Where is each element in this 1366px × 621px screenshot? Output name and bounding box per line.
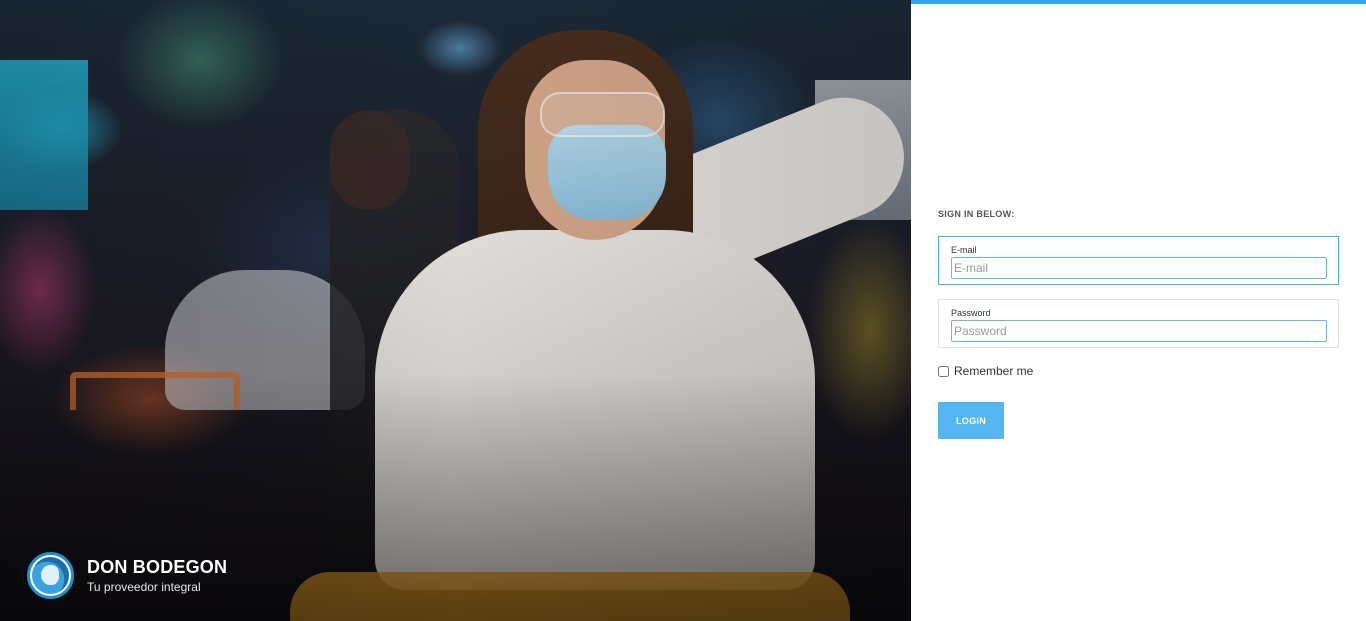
email-label: E-mail [951, 245, 977, 255]
login-form: SIGN IN BELOW: E-mail Password Remember … [938, 209, 1339, 439]
brand-logo-icon [27, 552, 74, 599]
brand-name: DON BODEGON [87, 557, 228, 577]
login-button[interactable]: LOGIN [938, 402, 1004, 439]
photo-shade-overlay [0, 0, 911, 621]
login-panel: SIGN IN BELOW: E-mail Password Remember … [911, 0, 1366, 621]
email-field-group: E-mail [938, 236, 1339, 285]
remember-me-label: Remember me [954, 364, 1034, 378]
password-label: Password [951, 308, 991, 318]
sign-in-title: SIGN IN BELOW: [938, 209, 1015, 219]
brand-text: DON BODEGON Tu proveedor integral [87, 556, 227, 595]
hero-photo: DON BODEGON Tu proveedor integral [0, 0, 911, 621]
password-input[interactable] [951, 320, 1327, 342]
remember-me-row: Remember me [938, 364, 1339, 378]
brand: DON BODEGON Tu proveedor integral [27, 552, 227, 599]
brand-tagline: Tu proveedor integral [87, 580, 201, 594]
accent-top-bar [911, 0, 1366, 4]
email-input[interactable] [951, 257, 1327, 279]
password-field-group: Password [938, 299, 1339, 348]
remember-me-checkbox[interactable] [938, 365, 949, 377]
